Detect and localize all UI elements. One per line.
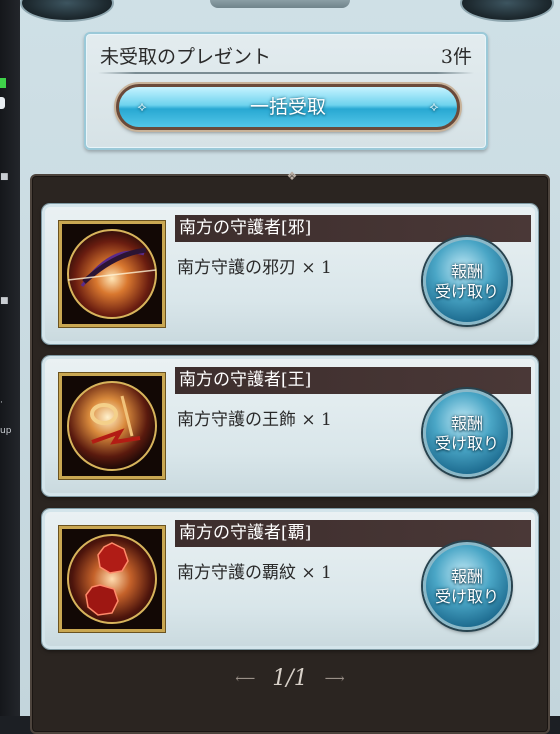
top-right-ornament bbox=[460, 0, 554, 22]
claim-label-line1: 報酬 bbox=[450, 262, 483, 281]
strip-icon: ■ bbox=[0, 296, 9, 306]
status-indicator-green bbox=[0, 78, 6, 88]
bulk-claim-button[interactable]: ⟡ 一括受取 ⟡ bbox=[116, 84, 460, 130]
present-item: 南方の守護者[王] 南方守護の王飾 × 1 報酬 受け取り bbox=[42, 356, 538, 496]
frame-ornament-icon: ❖ bbox=[286, 169, 298, 183]
page-indicator: 1/1 bbox=[272, 666, 308, 691]
left-side-strip: ■ ■ · up bbox=[0, 0, 20, 716]
item-reward: 南方守護の邪刃 × 1 bbox=[177, 258, 332, 278]
supremacy-crest-icon bbox=[59, 526, 165, 632]
present-item: 南方の守護者[覇] 南方守護の覇紋 × 1 報酬 受け取り bbox=[42, 509, 538, 649]
claim-label-line1: 報酬 bbox=[450, 567, 483, 586]
claim-label-line2: 受け取り bbox=[434, 434, 499, 453]
bulk-claim-label: 一括受取 bbox=[249, 96, 326, 118]
unclaimed-present-title: 未受取のプレゼント bbox=[100, 46, 272, 68]
claim-reward-button[interactable]: 報酬 受け取り bbox=[423, 542, 511, 630]
present-item: 南方の守護者[邪] 南方守護の邪刃 × 1 報酬 受け取り bbox=[42, 204, 538, 344]
status-indicator-white bbox=[0, 97, 5, 109]
king-ornament-icon bbox=[59, 373, 165, 479]
ornament-right-icon: ⟡ bbox=[429, 99, 439, 115]
strip-dot: · bbox=[0, 398, 3, 408]
claim-reward-button[interactable]: 報酬 受け取り bbox=[423, 389, 511, 477]
evil-blade-icon bbox=[59, 221, 165, 327]
ornament-left-icon: ⟡ bbox=[137, 99, 147, 115]
present-list-frame: ❖ 南方の守護者[邪] 南方守護の邪刃 × 1 報酬 受け取り 南方の守護者[王… bbox=[30, 170, 550, 734]
strip-label: up bbox=[0, 426, 12, 436]
unclaimed-present-count: 3件 bbox=[440, 46, 472, 68]
strip-icon: ■ bbox=[0, 172, 9, 182]
pager-prev-icon[interactable]: ⟵ bbox=[225, 671, 265, 687]
present-panel: 未受取のプレゼント 3件 ⟡ 一括受取 ⟡ ❖ 南方の守護者[邪] 南方守護の邪… bbox=[20, 0, 560, 734]
unclaimed-present-box: 未受取のプレゼント 3件 ⟡ 一括受取 ⟡ bbox=[84, 32, 488, 150]
claim-label-line2: 受け取り bbox=[434, 587, 499, 606]
pagination: ⟵ 1/1 ⟶ bbox=[32, 666, 548, 691]
top-center-ornament bbox=[210, 0, 350, 8]
claim-reward-button[interactable]: 報酬 受け取り bbox=[423, 237, 511, 325]
item-reward: 南方守護の王飾 × 1 bbox=[177, 410, 332, 430]
item-reward: 南方守護の覇紋 × 1 bbox=[177, 563, 332, 583]
top-left-ornament bbox=[20, 0, 114, 22]
pager-next-icon[interactable]: ⟶ bbox=[315, 671, 355, 687]
claim-label-line2: 受け取り bbox=[434, 282, 499, 301]
claim-label-line1: 報酬 bbox=[450, 414, 483, 433]
divider bbox=[98, 72, 474, 74]
